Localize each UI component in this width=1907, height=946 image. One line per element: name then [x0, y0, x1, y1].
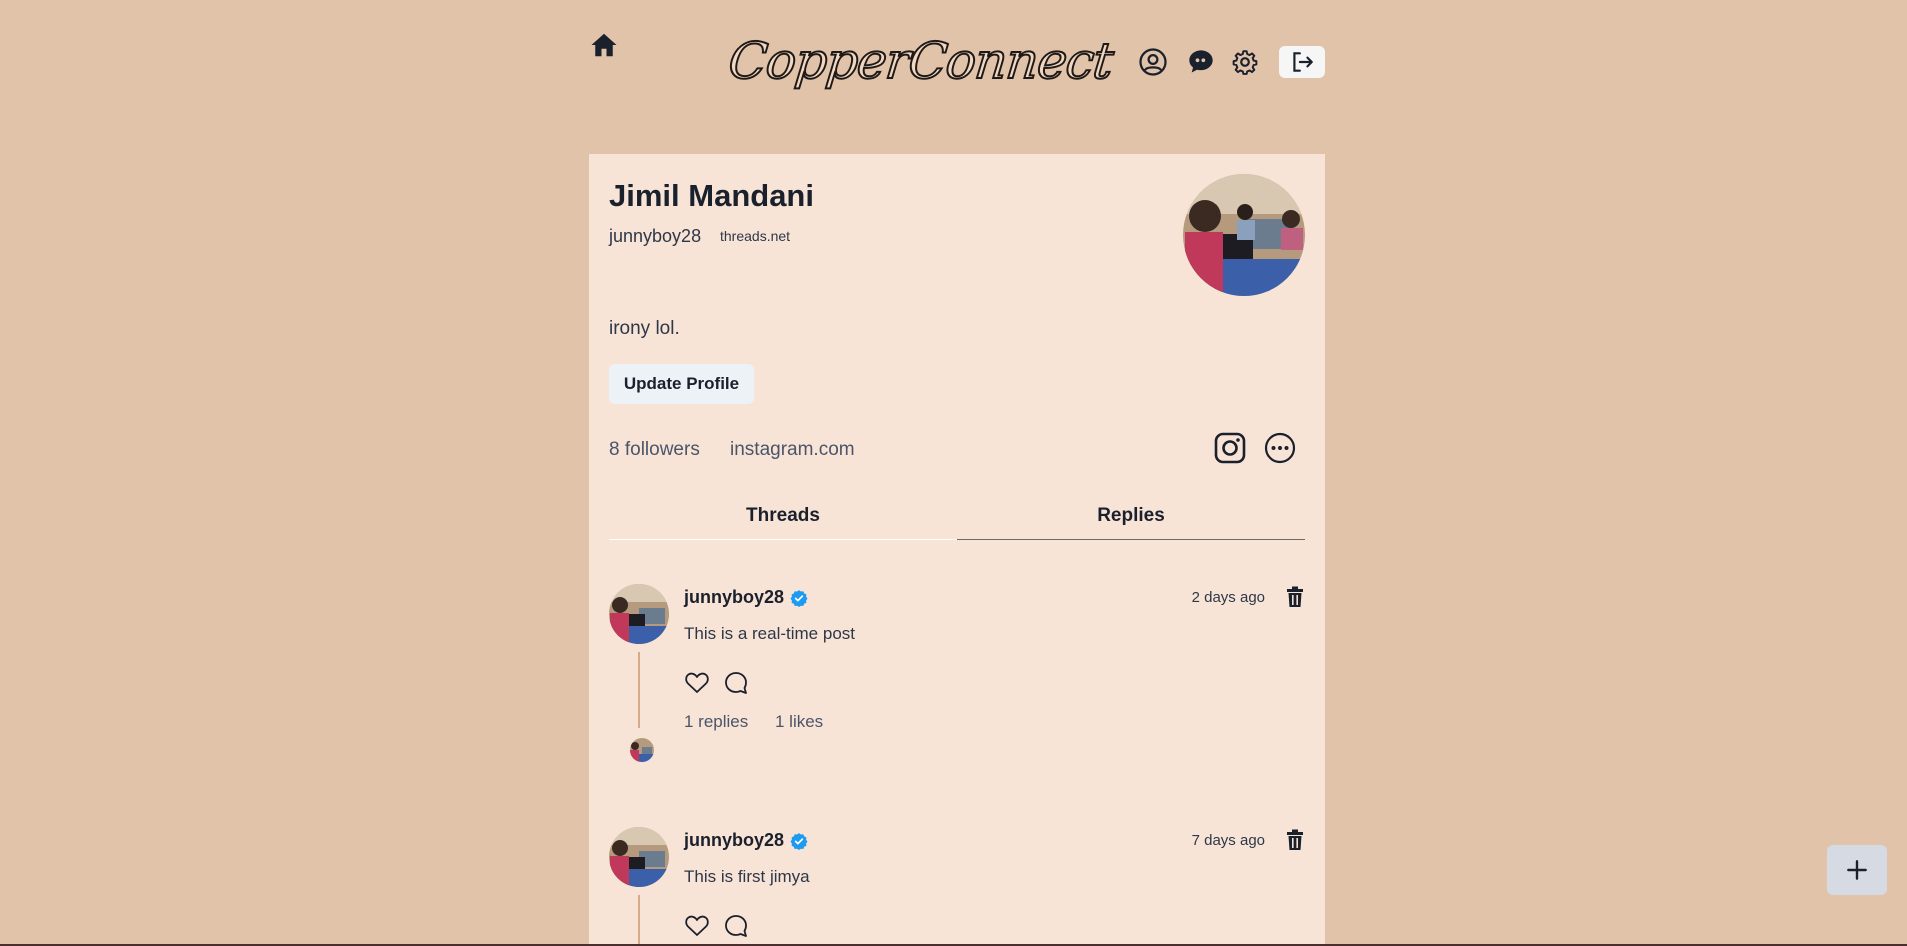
verified-icon [790, 589, 808, 607]
profile-icon[interactable] [1138, 47, 1168, 77]
like-icon[interactable] [684, 670, 710, 696]
home-icon[interactable] [589, 30, 619, 60]
domain-badge: threads.net [720, 228, 791, 244]
like-icon[interactable] [684, 913, 710, 939]
top-header: CopperConnect [589, 20, 1325, 100]
more-options-icon[interactable] [1262, 430, 1298, 466]
logout-button[interactable] [1279, 46, 1325, 78]
plus-icon [1847, 860, 1867, 880]
post-item: junnyboy28 2 days ago This is a real-tim… [609, 584, 1305, 784]
replies-count[interactable]: 1 replies [684, 712, 748, 731]
tab-replies[interactable]: Replies [957, 492, 1305, 540]
profile-card: Jimil Mandani junnyboy28 threads.net iro… [589, 154, 1325, 946]
chat-icon[interactable] [1186, 47, 1216, 77]
app-logo[interactable]: CopperConnect [725, 26, 1116, 96]
thread-line [638, 652, 640, 728]
likes-count[interactable]: 1 likes [775, 712, 823, 731]
post-username-text: junnyboy28 [684, 587, 785, 607]
post-stats: 1 replies 1 likes [684, 712, 845, 732]
verified-icon [790, 832, 808, 850]
delete-icon[interactable] [1285, 829, 1305, 851]
create-post-button[interactable] [1827, 845, 1887, 895]
post-avatar[interactable] [609, 827, 669, 887]
reply-avatar [630, 738, 654, 762]
logout-icon [1293, 52, 1313, 72]
post-item: junnyboy28 7 days ago This is first jimy… [609, 827, 1305, 946]
post-username-text: junnyboy28 [684, 830, 785, 850]
instagram-link[interactable]: instagram.com [730, 439, 855, 461]
profile-avatar[interactable] [1183, 174, 1305, 296]
post-text: This is first jimya [684, 867, 810, 886]
post-timestamp: 2 days ago [1191, 589, 1265, 606]
followers-count: 8 followers [609, 439, 700, 460]
delete-icon[interactable] [1285, 586, 1305, 608]
post-text: This is a real-time post [684, 624, 855, 643]
instagram-icon[interactable] [1212, 430, 1248, 466]
thread-line [638, 895, 640, 946]
update-profile-button[interactable]: Update Profile [609, 364, 754, 404]
settings-icon[interactable] [1230, 47, 1260, 77]
comment-icon[interactable] [723, 913, 749, 939]
post-timestamp: 7 days ago [1191, 832, 1265, 849]
tab-threads[interactable]: Threads [609, 492, 957, 540]
profile-name: Jimil Mandani [609, 178, 814, 213]
post-avatar[interactable] [609, 584, 669, 644]
comment-icon[interactable] [723, 670, 749, 696]
post-username[interactable]: junnyboy28 [684, 587, 808, 608]
post-username[interactable]: junnyboy28 [684, 830, 808, 851]
profile-username: junnyboy28 [609, 226, 702, 246]
profile-bio: irony lol. [609, 318, 680, 339]
